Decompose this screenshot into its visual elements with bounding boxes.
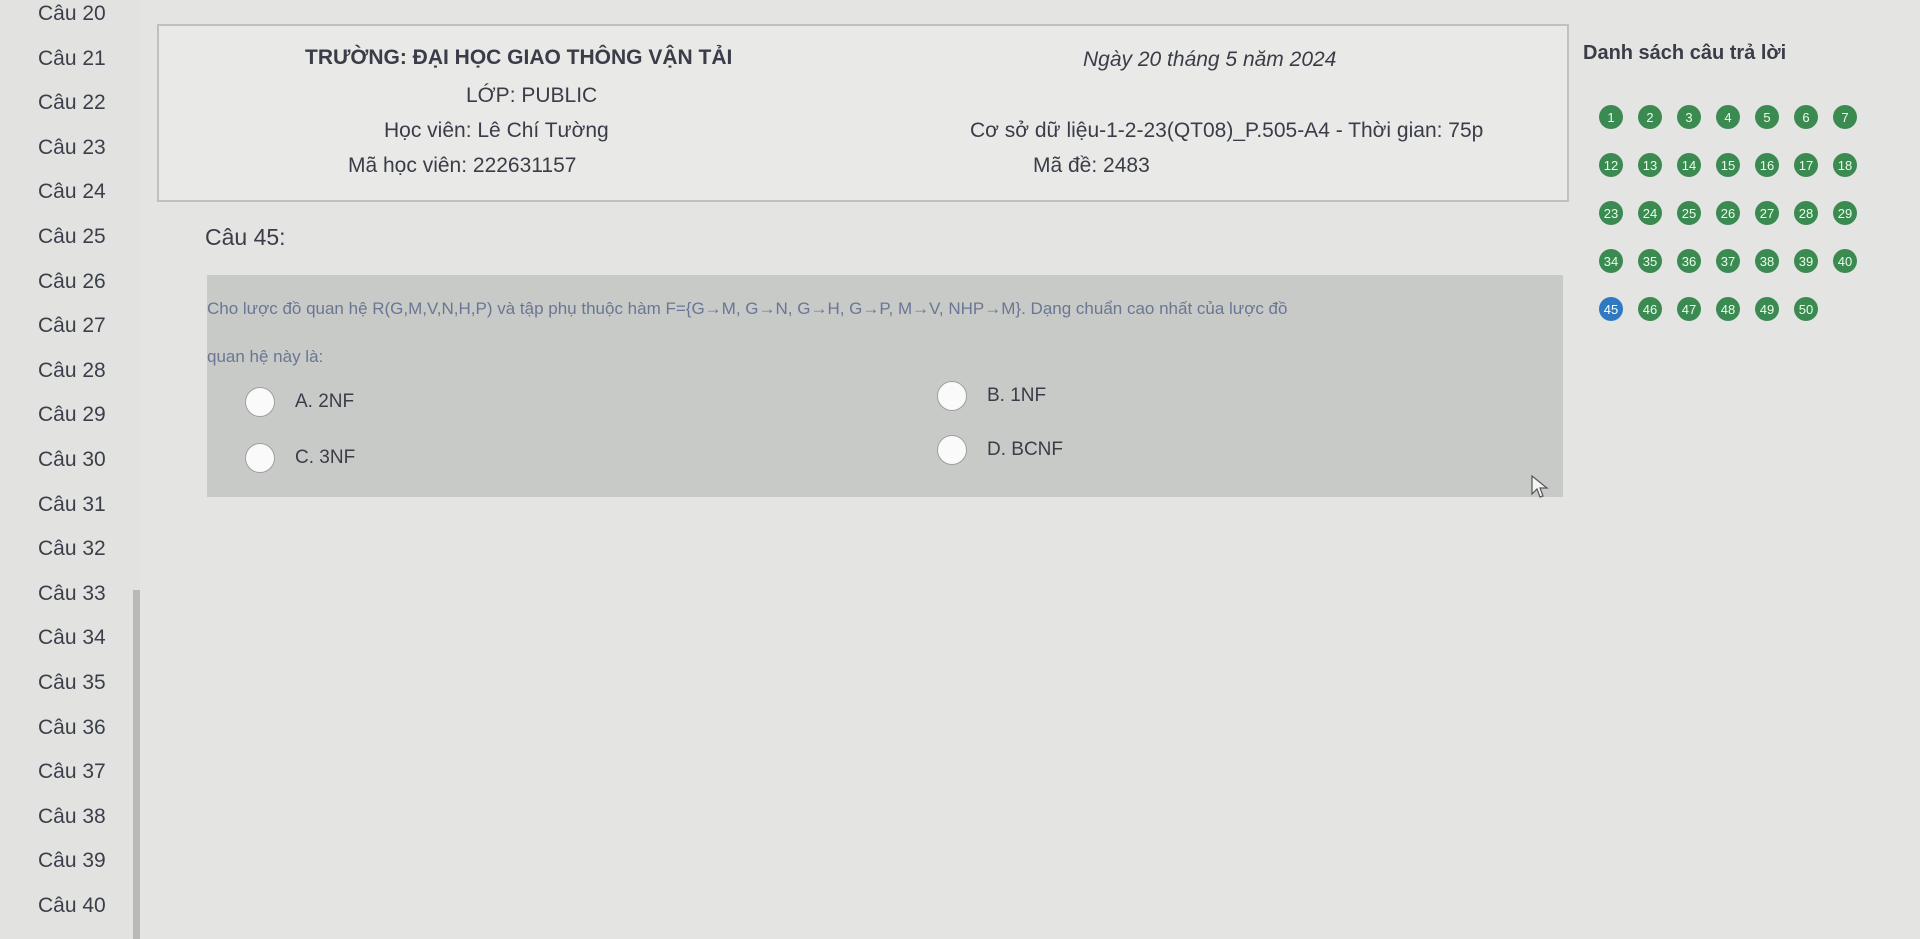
answer-bubble[interactable]: 6 [1794,105,1818,129]
option-c-radio[interactable] [245,443,275,473]
option-a-radio[interactable] [245,387,275,417]
school-name: TRƯỜNG: ĐẠI HỌC GIAO THÔNG VẬN TẢI [305,46,733,69]
answer-bubble[interactable]: 37 [1716,249,1740,273]
answer-bubble[interactable]: 28 [1794,201,1818,225]
exam-info: Cơ sở dữ liệu-1-2-23(QT08)_P.505-A4 - Th… [970,119,1484,142]
sidebar-question-item[interactable]: Câu 23 [0,126,133,170]
answer-bubble[interactable]: 5 [1755,105,1779,129]
answer-bubble[interactable]: 24 [1638,201,1662,225]
option-b[interactable]: B. 1NF [937,381,1046,411]
option-a[interactable]: A. 2NF [245,387,354,417]
sidebar-question-item[interactable]: Câu 36 [0,706,133,750]
class-name: LỚP: PUBLIC [466,84,598,107]
answer-bubble[interactable]: 49 [1755,297,1779,321]
sidebar-question-item[interactable]: Câu 33 [0,572,133,616]
sidebar-question-item[interactable]: Câu 30 [0,438,133,482]
answer-bubble[interactable]: 23 [1599,201,1623,225]
question-text-line1: Cho lược đồ quan hệ R(G,M,V,N,H,P) và tậ… [207,299,1288,318]
answer-bubble[interactable]: 29 [1833,201,1857,225]
sidebar-question-item[interactable]: Câu 35 [0,661,133,705]
answer-bubble[interactable]: 25 [1677,201,1701,225]
mouse-cursor-icon [1531,474,1549,498]
question-box: Cho lược đồ quan hệ R(G,M,V,N,H,P) và tậ… [207,275,1563,497]
answer-bubble[interactable]: 17 [1794,153,1818,177]
answer-bubble[interactable]: 4 [1716,105,1740,129]
sidebar-question-item[interactable]: Câu 37 [0,750,133,794]
answer-bubble[interactable]: 34 [1599,249,1623,273]
answer-bubble[interactable]: 50 [1794,297,1818,321]
question-list-sidebar: Câu 20 Câu 21 Câu 22 Câu 23 Câu 24 Câu 25 Câu … [0,0,140,939]
answer-bubble[interactable]: 26 [1716,201,1740,225]
answer-bubble[interactable]: 36 [1677,249,1701,273]
option-c[interactable]: C. 3NF [245,443,355,473]
exam-code: Mã đề: 2483 [1033,154,1150,177]
sidebar-question-item[interactable]: Câu 38 [0,795,133,839]
sidebar-question-item[interactable]: Câu 28 [0,349,133,393]
option-b-radio[interactable] [937,381,967,411]
answer-bubble[interactable]: 27 [1755,201,1779,225]
student-name: Học viên: Lê Chí Tường [384,119,609,142]
option-d-label: D. BCNF [987,439,1063,460]
exam-date: Ngày 20 tháng 5 năm 2024 [1083,48,1337,71]
answer-bubble[interactable]: 35 [1638,249,1662,273]
option-b-label: B. 1NF [987,385,1047,406]
answer-bubble[interactable]: 7 [1833,105,1857,129]
sidebar-question-item[interactable]: Câu 25 [0,215,133,259]
question-title: Câu 45: [205,224,286,250]
answer-bubble[interactable]: 46 [1638,297,1662,321]
answer-bubble[interactable]: 48 [1716,297,1740,321]
option-a-label: A. 2NF [295,391,355,412]
answer-bubble[interactable]: 2 [1638,105,1662,129]
answer-bubble[interactable]: 3 [1677,105,1701,129]
question-text-line2: quan hệ này là: [207,347,324,366]
sidebar-question-item[interactable]: Câu 22 [0,81,133,125]
sidebar-question-item[interactable]: Câu 32 [0,527,133,571]
answer-bubble[interactable]: 18 [1833,153,1857,177]
sidebar-question-item[interactable]: Câu 34 [0,616,133,660]
answer-bubble[interactable]: 12 [1599,153,1623,177]
answer-bubble[interactable]: 16 [1755,153,1779,177]
sidebar-question-item[interactable]: Câu 26 [0,260,133,304]
answer-bubble[interactable]: 39 [1794,249,1818,273]
answer-bubble[interactable]: 13 [1638,153,1662,177]
option-c-label: C. 3NF [295,447,356,468]
student-id: Mã học viên: 222631157 [348,154,577,177]
answer-bubble[interactable]: 38 [1755,249,1779,273]
option-d[interactable]: D. BCNF [937,435,1063,465]
sidebar-question-item[interactable]: Câu 39 [0,839,133,883]
answer-bubble[interactable]: 1 [1599,105,1623,129]
exam-header: TRƯỜNG: ĐẠI HỌC GIAO THÔNG VẬN TẢI Ngày … [157,24,1569,202]
sidebar-question-item[interactable]: Câu 21 [0,37,133,81]
answer-bubble[interactable]: 45 [1599,297,1623,321]
answer-bubble[interactable]: 40 [1833,249,1857,273]
answer-list-title: Danh sách câu trả lời [1583,42,1787,64]
sidebar-question-item[interactable]: Câu 27 [0,304,133,348]
sidebar-question-item[interactable]: Câu 20 [0,0,133,36]
answer-bubble[interactable]: 15 [1716,153,1740,177]
sidebar-question-item[interactable]: Câu 31 [0,483,133,527]
option-d-radio[interactable] [937,435,967,465]
sidebar-scrollbar[interactable] [133,590,140,939]
answer-bubble[interactable]: 14 [1677,153,1701,177]
answer-bubble[interactable]: 47 [1677,297,1701,321]
sidebar-question-item[interactable]: Câu 41 [0,929,133,939]
sidebar-question-item[interactable]: Câu 24 [0,170,133,214]
sidebar-question-item[interactable]: Câu 29 [0,393,133,437]
sidebar-question-item[interactable]: Câu 40 [0,884,133,928]
